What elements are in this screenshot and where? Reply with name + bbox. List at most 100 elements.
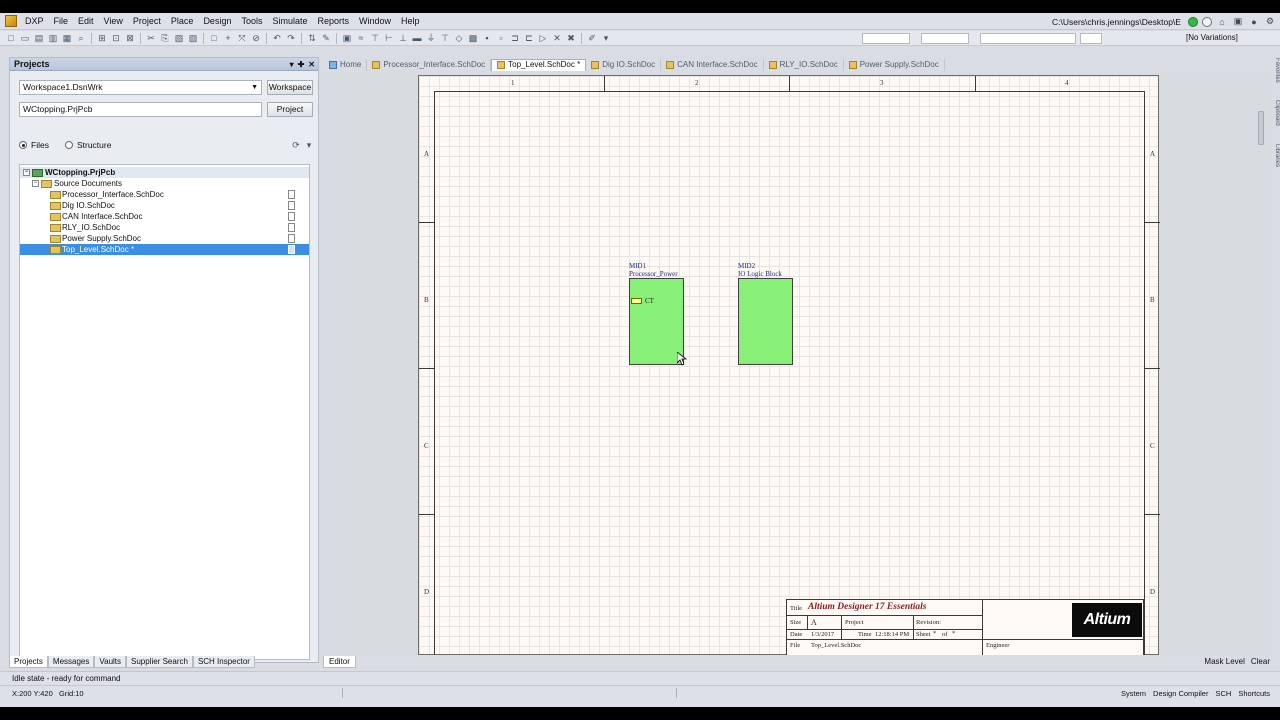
sheet-entry-icon[interactable]: ▪ <box>482 33 493 44</box>
sch-button[interactable]: SCH <box>1215 688 1231 700</box>
toolbar-combo-2[interactable] <box>921 33 969 44</box>
clear-filter-icon[interactable]: ⊘ <box>251 33 262 44</box>
paste-icon[interactable]: ▧ <box>174 33 185 44</box>
menu-project[interactable]: Project <box>128 13 166 30</box>
tree-document[interactable]: Power Supply.SchDoc <box>20 233 309 244</box>
tab-projects[interactable]: Projects <box>9 656 48 668</box>
menu-view[interactable]: View <box>99 13 128 30</box>
system-button[interactable]: System <box>1121 688 1146 700</box>
schematic-workspace[interactable]: 1 2 3 4 A B C D A B C D MID1 Processor_P… <box>323 73 1269 655</box>
back-icon[interactable] <box>1188 16 1198 27</box>
sheet-symbol[interactable]: CT <box>629 278 684 365</box>
sheet-symbol-filename[interactable]: Processor_Power <box>629 271 678 278</box>
workspace-button[interactable]: Workspace <box>267 80 313 95</box>
collapse-icon[interactable]: − <box>32 180 39 187</box>
document-path[interactable]: C:\Users\chris.jennings\Desktop\E <box>1052 17 1184 27</box>
select-area-icon[interactable]: □ <box>209 33 220 44</box>
device-sheet-icon[interactable]: ▫ <box>496 33 507 44</box>
port-icon[interactable]: ▷ <box>538 33 549 44</box>
browse-icon[interactable]: ✎ <box>321 33 332 44</box>
schematic-sheet[interactable]: 1 2 3 4 A B C D A B C D MID1 Processor_P… <box>418 75 1160 655</box>
sheet-symbol-filename[interactable]: IO Logic Block <box>738 271 782 278</box>
multiple-x-icon[interactable]: ✖ <box>566 33 577 44</box>
vertical-scrollbar[interactable] <box>1257 105 1265 657</box>
shortcuts-button[interactable]: Shortcuts <box>1238 688 1270 700</box>
title-block[interactable]: Title Altium Designer 17 Essentials Size… <box>786 599 1145 655</box>
redo-icon[interactable]: ↷ <box>286 33 297 44</box>
bus-entry-icon[interactable]: ⊥ <box>398 33 409 44</box>
tab-dig-io[interactable]: Dig IO.SchDoc <box>586 58 662 71</box>
forward-icon[interactable] <box>1202 16 1212 27</box>
undo-icon[interactable]: ↶ <box>272 33 283 44</box>
menu-dxp[interactable]: DXP <box>20 13 49 30</box>
tab-top-level[interactable]: Top_Level.SchDoc * <box>491 58 587 71</box>
menu-edit[interactable]: Edit <box>73 13 99 30</box>
panel-menu-icon[interactable]: ▾ <box>290 58 294 71</box>
scrollbar-thumb[interactable] <box>1258 111 1264 145</box>
tab-home[interactable]: Home <box>324 58 368 71</box>
editor-tab[interactable]: Editor <box>323 656 356 668</box>
open-icon[interactable]: ▭ <box>20 33 31 44</box>
tab-messages[interactable]: Messages <box>47 656 95 668</box>
pin-icon[interactable]: ✚ <box>298 58 305 71</box>
project-button[interactable]: Project <box>267 102 313 117</box>
gnd-port-icon[interactable]: ⏚ <box>426 33 437 44</box>
panel-options-chevron-icon[interactable]: ▾ <box>304 140 315 151</box>
notification-icon[interactable]: ▣ <box>1232 16 1244 27</box>
compile-icon[interactable]: ▣ <box>342 33 353 44</box>
tab-rly-io[interactable]: RLY_IO.SchDoc <box>764 58 844 71</box>
refresh-icon[interactable]: ⟳ <box>291 140 302 151</box>
workspace-select[interactable]: Workspace1.DsnWrk ▼ <box>19 80 262 95</box>
side-tab-libraries[interactable]: Libraries <box>1270 144 1280 167</box>
harness-connector-icon[interactable]: ⊐ <box>510 33 521 44</box>
print-preview-icon[interactable]: ▦ <box>62 33 73 44</box>
move-icon[interactable]: + <box>223 33 234 44</box>
collapse-icon[interactable]: − <box>23 169 30 176</box>
dropdown-arrow-icon[interactable]: ▾ <box>601 33 612 44</box>
menu-place[interactable]: Place <box>166 13 199 30</box>
toolbar-combo-3[interactable] <box>980 33 1076 44</box>
tree-document-selected[interactable]: Top_Level.SchDoc * <box>20 244 309 255</box>
tab-supplier-search[interactable]: Supplier Search <box>126 656 193 668</box>
hierarchy-icon[interactable]: ⇅ <box>307 33 318 44</box>
close-icon[interactable]: ✕ <box>308 58 315 71</box>
design-compiler-button[interactable]: Design Compiler <box>1153 688 1208 700</box>
sheet-symbol-designator[interactable]: MID2 <box>738 263 755 270</box>
zoom-icon[interactable]: ⌕ <box>76 33 87 44</box>
project-field[interactable]: WCtopping.PrjPcb <box>19 102 262 117</box>
menu-simulate[interactable]: Simulate <box>267 13 312 30</box>
menu-window[interactable]: Window <box>354 13 396 30</box>
structure-radio[interactable] <box>64 141 73 149</box>
menu-file[interactable]: File <box>49 13 74 30</box>
tree-project[interactable]: − WCtopping.PrjPcb <box>20 167 309 178</box>
no-erc-icon[interactable]: ✕ <box>552 33 563 44</box>
variations-select[interactable]: [No Variations] <box>1184 33 1270 44</box>
signal-harness-icon[interactable]: ⊢ <box>384 33 395 44</box>
vcc-port-icon[interactable]: ⊤ <box>440 33 451 44</box>
tab-vaults[interactable]: Vaults <box>94 656 127 668</box>
tree-document[interactable]: CAN Interface.SchDoc <box>20 211 309 222</box>
copy-icon[interactable]: ⎘ <box>160 33 171 44</box>
home-icon[interactable]: ⌂ <box>1216 17 1228 27</box>
new-icon[interactable]: □ <box>6 33 17 44</box>
tab-can-interface[interactable]: CAN Interface.SchDoc <box>661 58 764 71</box>
settings-icon[interactable]: ⚙ <box>1264 16 1276 27</box>
print-icon[interactable]: ▥ <box>48 33 59 44</box>
toolbar-combo-4[interactable] <box>1080 33 1102 44</box>
part-icon[interactable]: ◇ <box>454 33 465 44</box>
net-label-icon[interactable]: ▬ <box>412 33 423 44</box>
cut-icon[interactable]: ✂ <box>146 33 157 44</box>
tree-document[interactable]: RLY_IO.SchDoc <box>20 222 309 233</box>
sheet-symbol[interactable] <box>738 278 793 365</box>
user-icon[interactable]: ● <box>1248 17 1260 27</box>
menu-design[interactable]: Design <box>198 13 236 30</box>
menu-help[interactable]: Help <box>396 13 425 30</box>
clear-button[interactable]: Clear <box>1251 656 1270 668</box>
tab-sch-inspector[interactable]: SCH Inspector <box>192 656 255 668</box>
sheet-entry[interactable] <box>631 298 642 304</box>
harness-entry-icon[interactable]: ⊏ <box>524 33 535 44</box>
zoom-fit-icon[interactable]: ⊞ <box>97 33 108 44</box>
menu-tools[interactable]: Tools <box>236 13 267 30</box>
sheet-symbol-designator[interactable]: MID1 <box>629 263 646 270</box>
deselect-icon[interactable]: ⤧ <box>237 33 248 44</box>
